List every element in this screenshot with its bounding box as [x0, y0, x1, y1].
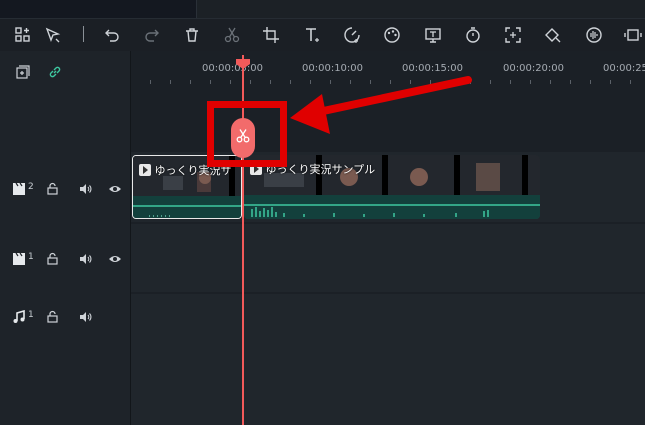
playhead-handle[interactable]	[236, 54, 250, 69]
video-track-icon	[12, 181, 26, 195]
select-tool-icon[interactable]	[41, 23, 65, 47]
ruler-tick	[270, 80, 271, 84]
ruler-tick	[190, 80, 191, 84]
ruler-tick	[290, 80, 291, 84]
track-number: 2	[28, 182, 34, 192]
ruler-label: 00:00:05:00	[202, 63, 264, 74]
play-icon	[139, 164, 151, 176]
ruler-label: 00:00:15:00	[402, 63, 464, 74]
ruler-tick	[230, 80, 231, 84]
track-lane-video-1[interactable]	[131, 224, 645, 292]
fit-icon[interactable]	[501, 23, 525, 47]
track-number: 1	[28, 252, 34, 262]
ruler-tick	[330, 80, 331, 84]
ruler-label: 00:00:10:00	[302, 63, 364, 74]
ruler-tick	[430, 80, 431, 84]
panel-tab[interactable]	[0, 0, 197, 18]
eye-icon[interactable]	[108, 251, 122, 265]
track-number: 1	[28, 310, 34, 320]
speaker-icon[interactable]	[78, 181, 92, 195]
ruler-tick	[310, 80, 311, 84]
ruler-tick	[210, 80, 211, 84]
redo-icon[interactable]	[140, 23, 164, 47]
link-icon[interactable]	[48, 64, 62, 78]
toolbar-separator	[83, 26, 84, 42]
ruler-tick	[410, 80, 411, 84]
ruler-tick	[630, 80, 631, 84]
timer-icon[interactable]	[461, 23, 485, 47]
ruler-tick	[370, 80, 371, 84]
ruler-tick	[610, 80, 611, 84]
ruler-tick	[350, 80, 351, 84]
lock-icon[interactable]	[46, 309, 60, 323]
track-header-panel: 2 1 1	[0, 51, 131, 425]
ruler-tick	[170, 80, 171, 84]
track-header-video-2: 2	[0, 181, 130, 201]
ruler-tick	[470, 80, 471, 84]
keyframe-icon[interactable]	[541, 23, 565, 47]
timeline-toolbar	[0, 19, 645, 51]
ruler-tick	[390, 80, 391, 84]
annotation-highlight-box	[207, 101, 287, 167]
ruler-tick	[450, 80, 451, 84]
music-note-icon	[12, 309, 26, 323]
track-header-video-1: 1	[0, 251, 130, 271]
speed-icon[interactable]	[340, 23, 364, 47]
clip-audio-waveform	[133, 196, 241, 218]
clip-audio-waveform	[244, 195, 540, 219]
undo-icon[interactable]	[100, 23, 124, 47]
lock-icon[interactable]	[46, 181, 60, 195]
ruler-label: 00:00:20:00	[503, 63, 565, 74]
eye-icon[interactable]	[108, 181, 122, 195]
speaker-icon[interactable]	[78, 309, 92, 323]
ruler-tick	[570, 80, 571, 84]
text-icon[interactable]	[300, 23, 324, 47]
split-screen-icon[interactable]	[620, 23, 645, 47]
freeze-icon[interactable]	[421, 23, 445, 47]
track-lane-audio-1[interactable]	[131, 294, 645, 425]
ruler-tick	[550, 80, 551, 84]
layout-icon[interactable]	[11, 23, 35, 47]
track-header-audio-1: 1	[0, 309, 130, 329]
audio-icon[interactable]	[582, 23, 606, 47]
delete-icon[interactable]	[180, 23, 204, 47]
ruler-tick	[510, 80, 511, 84]
ruler-tick	[250, 80, 251, 84]
add-track-icon[interactable]	[16, 64, 30, 79]
color-icon[interactable]	[380, 23, 404, 47]
ruler-tick	[150, 80, 151, 84]
crop-icon[interactable]	[259, 23, 283, 47]
ruler-tick	[490, 80, 491, 84]
video-clip-2[interactable]: ゆっくり実況サンプル	[244, 155, 540, 219]
ruler-label: 00:00:25	[603, 63, 645, 74]
ruler-tick	[530, 80, 531, 84]
video-track-icon	[12, 251, 26, 265]
cut-icon[interactable]	[220, 23, 244, 47]
speaker-icon[interactable]	[78, 251, 92, 265]
ruler-tick	[590, 80, 591, 84]
lock-icon[interactable]	[46, 251, 60, 265]
top-strip	[0, 0, 645, 19]
